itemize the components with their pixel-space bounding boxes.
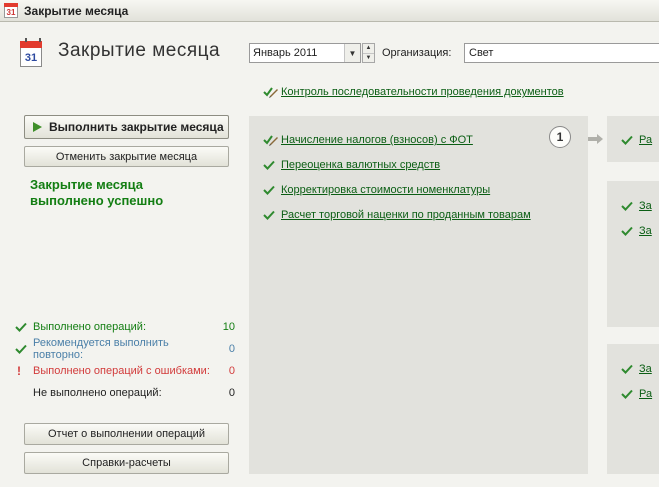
spin-up-icon[interactable]: ▲ <box>363 44 374 54</box>
step3-item[interactable]: За <box>621 200 652 212</box>
check-icon <box>621 135 639 145</box>
period-value[interactable]: Январь 2011 <box>250 47 344 59</box>
step1-item[interactable]: Начисление налогов (взносов) с ФОТ <box>263 134 473 146</box>
cancel-close-month-label: Отменить закрытие месяца <box>55 150 198 163</box>
check-icon <box>15 344 33 354</box>
step3-item-link[interactable]: За <box>639 200 652 212</box>
step1-item[interactable]: Корректировка стоимости номенклатуры <box>263 184 490 196</box>
step3-item[interactable]: За <box>621 225 652 237</box>
step4-item-link[interactable]: Ра <box>639 388 652 400</box>
stat-done-row: Выполнено операций: 10 <box>15 320 235 334</box>
stat-errors-row: ! Выполнено операций с ошибками: 0 <box>15 364 235 378</box>
play-icon <box>33 122 42 132</box>
stat-repeat-row: Рекомендуется выполнить повторно: 0 <box>15 337 235 361</box>
check-icon <box>621 364 639 374</box>
operations-report-label: Отчет о выполнении операций <box>48 428 205 440</box>
step-number-badge: 1 <box>549 126 571 148</box>
chevron-down-icon[interactable]: ▼ <box>344 44 360 62</box>
operations-report-button[interactable]: Отчет о выполнении операций <box>24 423 229 445</box>
check-icon <box>263 160 281 170</box>
stat-repeat-value: 0 <box>228 343 235 355</box>
stat-repeat-label: Рекомендуется выполнить повторно: <box>33 337 169 361</box>
check-icon <box>263 185 281 195</box>
stat-done-label: Выполнено операций: <box>33 321 147 333</box>
step3-item-link[interactable]: За <box>639 225 652 237</box>
exclamation-icon: ! <box>17 364 21 378</box>
step4-item-link[interactable]: За <box>639 363 652 375</box>
calc-references-label: Справки-расчеты <box>82 457 171 469</box>
calendar-icon: 31 <box>4 3 18 18</box>
org-field[interactable]: Свет <box>464 43 659 63</box>
arrow-right-icon <box>588 134 603 144</box>
step1-item[interactable]: Расчет торговой наценки по проданным тов… <box>263 209 531 221</box>
stat-not-done-label: Не выполнено операций: <box>33 387 162 399</box>
org-label: Организация: <box>382 47 452 59</box>
success-line-2: выполнено успешно <box>30 193 164 208</box>
step1-item-link[interactable]: Переоценка валютных средств <box>281 159 440 171</box>
cancel-close-month-button[interactable]: Отменить закрытие месяца <box>24 146 229 167</box>
step2-item-link[interactable]: Ра <box>639 134 652 146</box>
success-line-1: Закрытие месяца <box>30 177 143 192</box>
form-body: 31 Закрытие месяца Январь 2011 ▼ ▲ ▼ Орг… <box>0 22 659 487</box>
period-spinner[interactable]: ▲ ▼ <box>362 43 375 63</box>
stat-not-done-row: Не выполнено операций: 0 <box>15 386 235 400</box>
check-icon <box>621 201 639 211</box>
step1-item-link[interactable]: Корректировка стоимости номенклатуры <box>281 184 490 196</box>
step1-item-link[interactable]: Расчет торговой наценки по проданным тов… <box>281 209 531 221</box>
calc-references-button[interactable]: Справки-расчеты <box>24 452 229 474</box>
window-titlebar: 31 Закрытие месяца <box>0 0 659 22</box>
check-icon <box>621 389 639 399</box>
pencil-check-icon <box>263 134 281 146</box>
pencil-check-icon <box>263 86 281 98</box>
period-field[interactable]: Январь 2011 ▼ <box>249 43 361 63</box>
sequence-control-link[interactable]: Контроль последовательности проведения д… <box>281 86 564 98</box>
step4-item[interactable]: Ра <box>621 388 652 400</box>
sequence-control-row[interactable]: Контроль последовательности проведения д… <box>263 86 564 98</box>
run-close-month-label: Выполнить закрытие месяца <box>49 120 224 134</box>
step1-item[interactable]: Переоценка валютных средств <box>263 159 440 171</box>
window-title: Закрытие месяца <box>24 3 129 18</box>
run-close-month-button[interactable]: Выполнить закрытие месяца <box>24 115 229 139</box>
step2-item[interactable]: Ра <box>621 134 652 146</box>
stat-errors-value: 0 <box>228 365 235 377</box>
stat-done-value: 10 <box>222 321 235 333</box>
success-message: Закрытие месяца выполнено успешно <box>30 177 230 209</box>
check-icon <box>621 226 639 236</box>
page-title: Закрытие месяца <box>58 40 221 61</box>
step1-item-link[interactable]: Начисление налогов (взносов) с ФОТ <box>281 134 473 146</box>
calendar-icon: 31 <box>20 38 42 67</box>
stat-not-done-value: 0 <box>228 387 235 399</box>
check-icon <box>263 210 281 220</box>
stat-errors-label: Выполнено операций с ошибками: <box>33 365 210 377</box>
step4-item[interactable]: За <box>621 363 652 375</box>
check-icon <box>15 322 33 332</box>
spin-down-icon[interactable]: ▼ <box>363 54 374 63</box>
